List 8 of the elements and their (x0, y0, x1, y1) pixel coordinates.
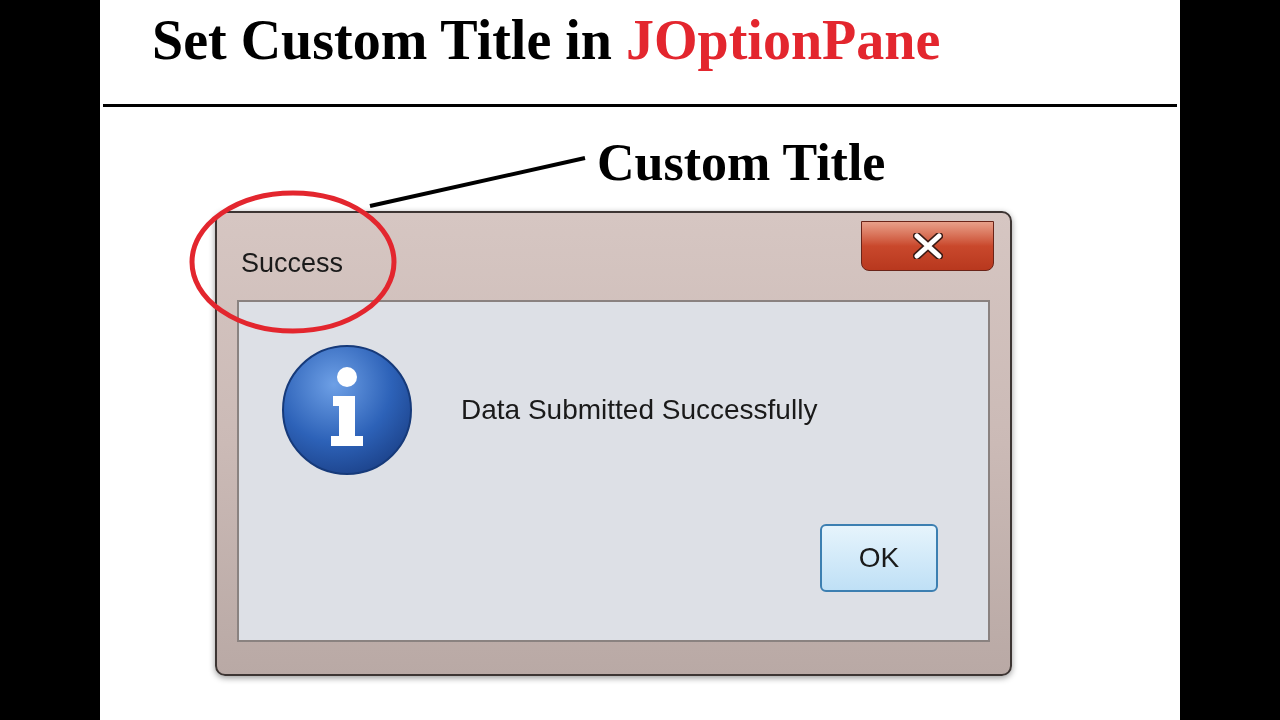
heading: Set Custom Title in JOptionPane (152, 8, 942, 72)
message-text: Data Submitted Successfully (461, 393, 818, 427)
ok-button[interactable]: OK (820, 524, 938, 592)
close-icon (912, 233, 943, 259)
info-icon (281, 344, 413, 476)
dialog-title: Success (241, 247, 344, 280)
close-button[interactable] (861, 221, 994, 271)
annotation-label: Custom Title (597, 133, 887, 193)
